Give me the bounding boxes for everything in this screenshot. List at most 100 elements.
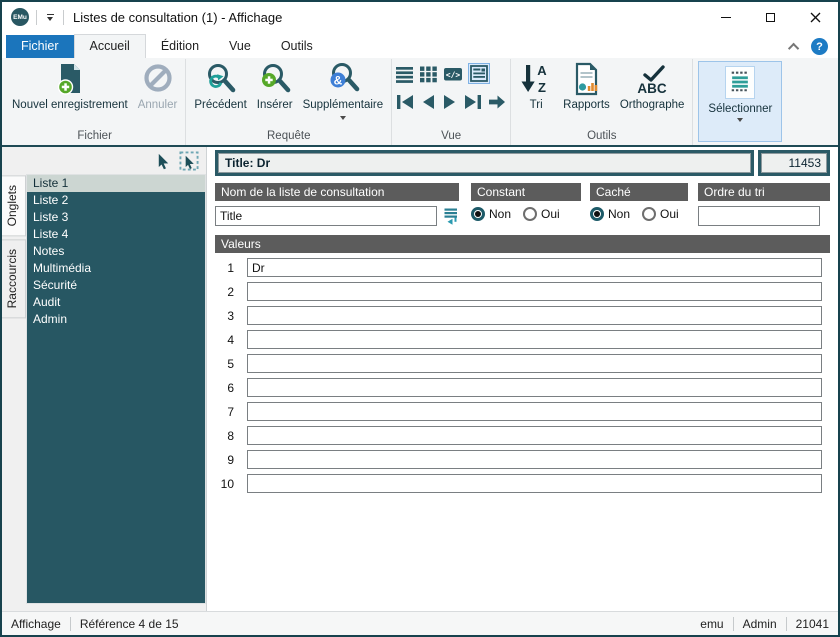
- group-label-vue: Vue: [441, 130, 462, 142]
- tab-fichier[interactable]: Fichier: [6, 35, 74, 58]
- list-item[interactable]: Sécurité: [27, 277, 205, 294]
- spelling-label: Orthographe: [619, 99, 685, 111]
- cache-non-radio[interactable]: [590, 207, 604, 221]
- window-controls: [703, 2, 838, 32]
- constant-non-radio[interactable]: [471, 207, 485, 221]
- value-row-number: 10: [220, 476, 234, 491]
- constant-oui-label: Oui: [541, 207, 560, 221]
- field-header-constant: Constant: [471, 183, 581, 201]
- sort-order-input[interactable]: [698, 206, 820, 226]
- titlebar-separator: [36, 9, 37, 25]
- tab-edition[interactable]: Édition: [146, 35, 214, 58]
- value-row-number: 6: [227, 380, 234, 395]
- collapse-ribbon-icon[interactable]: [787, 42, 800, 54]
- tab-vue[interactable]: Vue: [214, 35, 266, 58]
- value-row: 7: [215, 402, 830, 421]
- value-input-8[interactable]: [247, 426, 822, 445]
- insert-query-label: Insérer: [256, 99, 293, 111]
- value-input-5[interactable]: [247, 354, 822, 373]
- constant-oui-radio[interactable]: [523, 207, 538, 221]
- field-header-ordre: Ordre du tri: [698, 183, 830, 201]
- previous-query-label: Précédent: [194, 99, 247, 111]
- value-row-number: 5: [227, 356, 234, 371]
- value-input-9[interactable]: [247, 450, 822, 469]
- help-button[interactable]: ?: [811, 38, 828, 55]
- additional-query-button[interactable]: & Supplémentaire: [298, 59, 389, 120]
- svg-text:</>: </>: [446, 70, 461, 79]
- value-row: 1: [215, 258, 830, 277]
- value-input-6[interactable]: [247, 378, 822, 397]
- new-record-button[interactable]: Nouvel enregistrement: [7, 59, 133, 113]
- quick-access-dropdown-icon[interactable]: [44, 13, 56, 21]
- title-bar: EMu Listes de consultation (1) - Afficha…: [2, 2, 838, 32]
- vertical-tab-onglets[interactable]: Onglets: [2, 175, 26, 237]
- autofill-icon[interactable]: [443, 207, 459, 225]
- record-title: Title: Dr: [218, 153, 751, 173]
- record-title-strip: Title: Dr: [215, 150, 754, 176]
- list-item[interactable]: Liste 3: [27, 209, 205, 226]
- app-window: EMu Listes de consultation (1) - Afficha…: [0, 0, 840, 637]
- new-record-label: Nouvel enregistrement: [12, 99, 128, 111]
- grid-view-icon[interactable]: [419, 65, 438, 83]
- value-input-1[interactable]: [247, 258, 822, 277]
- value-row: 6: [215, 378, 830, 397]
- select-records-icon[interactable]: [179, 150, 199, 171]
- tab-outils[interactable]: Outils: [266, 35, 328, 58]
- value-input-2[interactable]: [247, 282, 822, 301]
- value-input-4[interactable]: [247, 330, 822, 349]
- ribbon-tab-row: Fichier Accueil Édition Vue Outils ?: [2, 32, 838, 58]
- first-record-icon[interactable]: [395, 93, 415, 111]
- previous-record-icon[interactable]: [419, 93, 437, 111]
- list-item[interactable]: Liste 4: [27, 226, 205, 243]
- ribbon-group-fichier: Nouvel enregistrement Annuler Fichier: [4, 59, 187, 145]
- cancel-button[interactable]: Annuler: [133, 59, 183, 113]
- reports-button[interactable]: Rapports: [558, 59, 615, 113]
- value-row-number: 1: [227, 260, 234, 275]
- value-input-7[interactable]: [247, 402, 822, 421]
- cache-radio-group: Non Oui: [590, 207, 688, 221]
- previous-query-button[interactable]: Précédent: [189, 59, 251, 113]
- cache-oui-radio[interactable]: [642, 207, 657, 221]
- value-input-3[interactable]: [247, 306, 822, 325]
- cursor-icon[interactable]: [155, 152, 172, 170]
- list-item[interactable]: Admin: [27, 311, 205, 328]
- emu-logo-icon: EMu: [11, 8, 29, 26]
- value-input-10[interactable]: [247, 474, 822, 493]
- list-item[interactable]: Audit: [27, 294, 205, 311]
- value-row: 9: [215, 450, 830, 469]
- maximize-icon: [766, 12, 775, 22]
- spelling-button[interactable]: ABC Orthographe: [615, 59, 690, 113]
- detail-view-selected[interactable]: [468, 63, 491, 84]
- tab-accueil[interactable]: Accueil: [73, 34, 146, 58]
- cancel-label: Annuler: [137, 99, 178, 111]
- code-view-icon[interactable]: </>: [443, 65, 463, 83]
- ribbon-group-outils: A Z Tri Rapports ABC Orthographe Outils: [511, 59, 694, 145]
- vertical-tab-raccourcis[interactable]: Raccourcis: [2, 239, 26, 319]
- maximize-button[interactable]: [748, 2, 793, 32]
- search-insert-icon: [261, 64, 290, 93]
- additional-dropdown-icon: [339, 115, 346, 120]
- insert-query-button[interactable]: Insérer: [252, 59, 298, 113]
- select-button[interactable]: Sélectionner: [698, 61, 783, 142]
- value-row: 10: [215, 474, 830, 493]
- list-view-icon[interactable]: [395, 65, 414, 83]
- form-header-row: Nom de la liste de consultation Cons: [215, 183, 830, 226]
- svg-text:&: &: [334, 73, 343, 87]
- select-iconbox: [725, 66, 756, 99]
- list-item[interactable]: Liste 2: [27, 192, 205, 209]
- minimize-button[interactable]: [703, 2, 748, 32]
- ribbon-group-vue: </> Vue: [392, 59, 512, 145]
- list-name-input[interactable]: [215, 206, 437, 226]
- list-item[interactable]: Notes: [27, 243, 205, 260]
- last-record-icon[interactable]: [463, 93, 483, 111]
- next-record-icon[interactable]: [441, 93, 459, 111]
- ribbon-group-requete: Précédent Insérer & Supplémentaire Requê…: [186, 59, 393, 145]
- list-item[interactable]: Liste 1: [27, 175, 205, 192]
- value-row: 3: [215, 306, 830, 325]
- goto-record-icon[interactable]: [487, 93, 507, 111]
- list-item[interactable]: Multimédia: [27, 260, 205, 277]
- close-button[interactable]: [793, 2, 838, 32]
- select-label: Sélectionner: [708, 103, 773, 115]
- status-separator: [732, 616, 734, 631]
- sort-button[interactable]: A Z Tri: [514, 59, 558, 113]
